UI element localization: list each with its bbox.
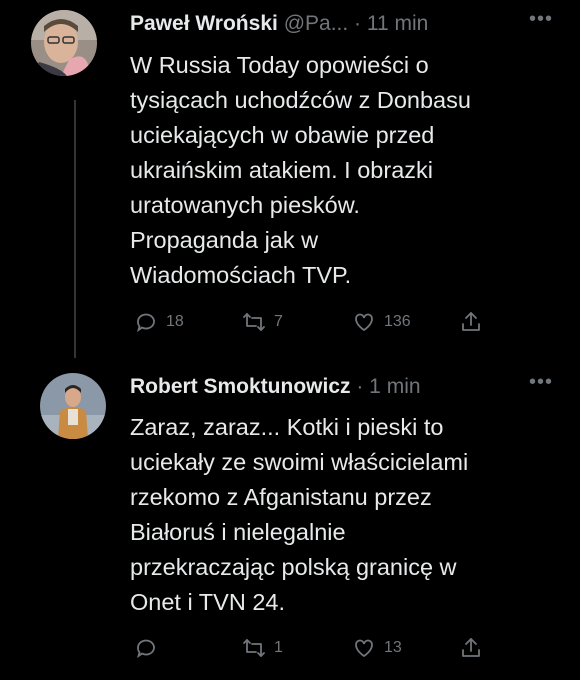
tweet-text-line: Białoruś i nielegalnie: [130, 519, 346, 545]
like-button[interactable]: 136: [352, 310, 411, 334]
reply-button[interactable]: 18: [134, 310, 184, 334]
display-name[interactable]: Robert Smoktunowicz: [130, 375, 351, 398]
share-button[interactable]: [459, 636, 483, 660]
retweet-button[interactable]: 7: [242, 310, 283, 334]
reply-count: 18: [166, 313, 184, 330]
tweet-text-line: tysiącach uchodźców z Donbasu: [130, 87, 471, 113]
share-icon: [462, 638, 480, 657]
like-count: 13: [384, 639, 402, 656]
tweet-actions: 18 7 136: [134, 310, 554, 340]
avatar[interactable]: [40, 373, 106, 439]
retweet-icon: [243, 639, 265, 657]
timestamp[interactable]: · 1 min: [356, 375, 420, 398]
like-button[interactable]: 13: [352, 636, 402, 660]
tweet-actions: 1 13: [134, 636, 554, 666]
tweet-text: W Russia Today opowieści o tysiącach uch…: [130, 48, 471, 293]
share-icon: [462, 312, 480, 331]
tweet-text-line: W Russia Today opowieści o: [130, 52, 429, 78]
tweet-text-line: uratowanych piesków.: [130, 192, 360, 218]
thread-line: [74, 100, 76, 358]
handle[interactable]: @Pa...: [284, 12, 349, 35]
retweet-count: 1: [274, 639, 283, 656]
tweet-text-line: uciekały ze swoimi właścicielami: [130, 449, 469, 475]
reply-icon: [136, 313, 155, 333]
tweet-text-line: ukraińskim atakiem. I obrazki: [130, 157, 433, 183]
tweet-text-line: przekraczając polską granicę w: [130, 554, 457, 580]
like-icon: [355, 639, 373, 658]
like-count: 136: [384, 313, 411, 330]
reply-icon: [136, 639, 155, 659]
tweet-text-line: Zaraz, zaraz... Kotki i pieski to: [130, 414, 444, 440]
share-button[interactable]: [459, 310, 483, 334]
tweet-text-line: rzekomo z Afganistanu przez: [130, 484, 432, 510]
more-options-icon[interactable]: •••: [529, 8, 553, 31]
more-options-icon[interactable]: •••: [529, 371, 553, 394]
reply-button[interactable]: [134, 636, 166, 660]
tweet-text-line: Propaganda jak w: [130, 227, 319, 253]
timestamp[interactable]: · 11 min: [354, 12, 428, 35]
tweet-text: Zaraz, zaraz... Kotki i pieski to ucieka…: [130, 410, 468, 620]
retweet-button[interactable]: 1: [242, 636, 283, 660]
tweet-text-line: Onet i TVN 24.: [130, 589, 285, 615]
retweet-icon: [243, 313, 265, 331]
avatar[interactable]: [31, 10, 97, 76]
tweet-text-line: Wiadomościach TVP.: [130, 262, 352, 288]
like-icon: [355, 313, 373, 332]
display-name[interactable]: Paweł Wroński: [130, 12, 278, 35]
tweet-text-line: uciekających w obawie przed: [130, 122, 435, 148]
retweet-count: 7: [274, 313, 283, 330]
